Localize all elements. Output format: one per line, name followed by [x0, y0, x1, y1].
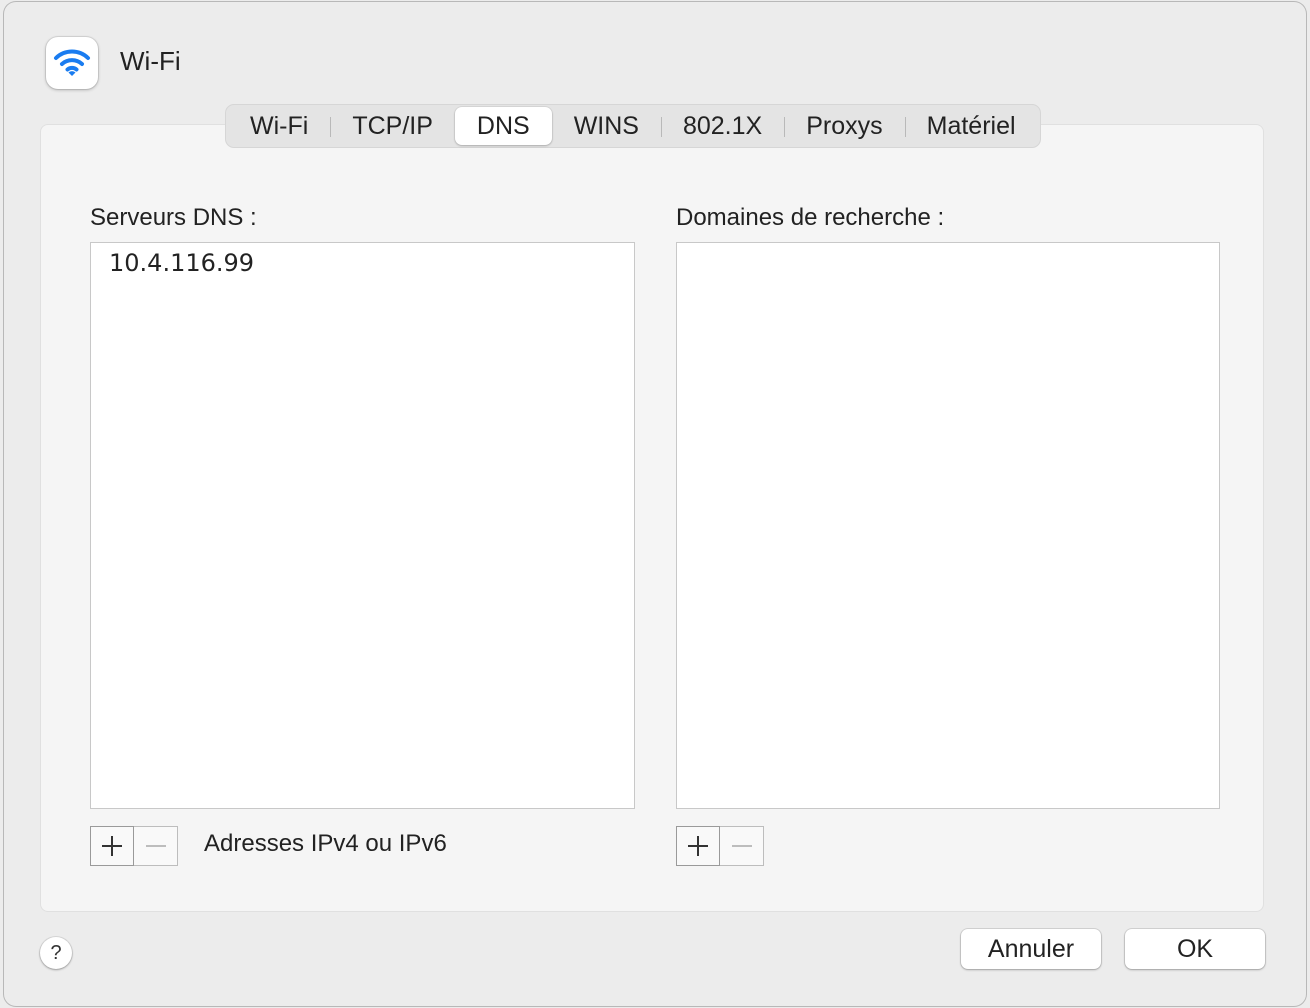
plus-icon [688, 836, 708, 856]
add-domain-button[interactable] [676, 826, 720, 866]
tab-wifi[interactable]: Wi-Fi [228, 107, 330, 145]
tab-bar: Wi-Fi TCP/IP DNS WINS 802.1X Proxys Maté… [225, 104, 1041, 148]
window-title: Wi-Fi [120, 46, 181, 76]
tab-8021x[interactable]: 802.1X [660, 107, 784, 145]
dns-servers-label: Serveurs DNS : [90, 204, 257, 231]
wifi-icon-graphic [54, 49, 90, 76]
plus-icon [102, 836, 122, 856]
add-dns-button[interactable] [90, 826, 134, 866]
tab-proxys[interactable]: Proxys [784, 107, 904, 145]
tab-dns[interactable]: DNS [454, 107, 552, 145]
tab-wins[interactable]: WINS [552, 107, 661, 145]
minus-icon [731, 845, 752, 847]
remove-domain-button[interactable] [720, 826, 764, 866]
list-item[interactable]: 10.4.116.99 [91, 243, 634, 282]
help-button[interactable]: ? [40, 937, 72, 969]
minus-icon [145, 845, 166, 847]
cancel-button[interactable]: Annuler [961, 929, 1101, 969]
tab-tcpip[interactable]: TCP/IP [330, 107, 455, 145]
ok-button[interactable]: OK [1125, 929, 1265, 969]
remove-dns-button[interactable] [134, 826, 178, 866]
dns-servers-list[interactable]: 10.4.116.99 [90, 242, 635, 809]
dns-format-hint: Adresses IPv4 ou IPv6 [204, 830, 447, 857]
tab-materiel[interactable]: Matériel [904, 107, 1038, 145]
domains-add-remove-group [676, 826, 764, 866]
search-domains-label: Domaines de recherche : [676, 204, 945, 231]
search-domains-list[interactable] [676, 242, 1220, 809]
wifi-icon [46, 37, 98, 89]
dns-add-remove-group [90, 826, 178, 866]
